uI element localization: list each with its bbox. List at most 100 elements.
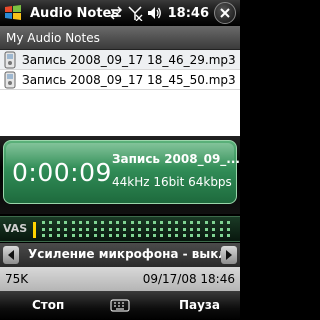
level-dot — [190, 221, 193, 224]
level-dot — [71, 221, 75, 224]
level-dot — [204, 234, 208, 237]
level-dot — [227, 221, 230, 224]
level-dot — [167, 227, 171, 231]
level-dot — [138, 227, 142, 231]
level-dot — [49, 227, 53, 231]
level-dot — [197, 221, 201, 224]
file-row[interactable]: Запись 2008_09_17 18_45_50.mp3 — [0, 70, 240, 90]
vas-toggle[interactable]: VAS — [3, 222, 27, 235]
level-dot — [145, 221, 149, 224]
level-dot — [197, 234, 201, 237]
level-dot — [182, 221, 186, 224]
level-dot — [153, 234, 156, 237]
level-dot — [64, 221, 68, 224]
level-dot — [145, 227, 149, 231]
level-dot — [108, 234, 112, 237]
level-dot — [212, 234, 216, 237]
level-dot — [153, 221, 156, 224]
level-dot — [219, 227, 223, 231]
file-date: 09/17/08 18:46 — [142, 272, 235, 286]
level-dot — [160, 234, 164, 237]
stop-softkey[interactable]: Стоп — [32, 298, 64, 312]
previous-option-button[interactable] — [3, 246, 19, 264]
keyboard-icon[interactable] — [110, 298, 130, 313]
level-dot — [42, 221, 45, 224]
level-dot — [160, 227, 164, 231]
audio-file-icon — [4, 71, 16, 89]
level-dot — [212, 221, 216, 224]
level-dot — [160, 221, 164, 224]
level-dot — [175, 227, 179, 231]
recording-format: 44kHz 16bit 64kbps — [112, 175, 232, 189]
mic-gain-value: Усиление микрофона - выкл — [28, 247, 228, 261]
level-dot — [79, 234, 82, 237]
ok-close-button[interactable] — [214, 2, 236, 24]
level-dot — [190, 234, 193, 237]
app-title: Audio Notes — [30, 5, 120, 21]
level-dot — [227, 234, 230, 237]
level-dot — [56, 227, 60, 231]
level-dot — [116, 227, 119, 231]
level-dot — [123, 221, 127, 224]
level-dot — [71, 227, 75, 231]
level-dot — [93, 221, 97, 224]
level-dot — [175, 221, 179, 224]
vas-level-row: VAS — [0, 216, 240, 242]
windows-start-icon[interactable] — [2, 2, 24, 24]
level-dot — [56, 221, 60, 224]
level-dot — [123, 234, 127, 237]
level-dot — [79, 227, 82, 231]
level-dot — [108, 227, 112, 231]
level-dot — [86, 221, 90, 224]
arrow-right-icon — [226, 250, 232, 260]
level-dot — [190, 227, 193, 231]
connectivity-icon[interactable] — [108, 5, 124, 21]
level-dot — [86, 234, 90, 237]
close-icon — [220, 8, 230, 18]
level-dot — [167, 234, 171, 237]
level-dot — [116, 221, 119, 224]
recording-name: Запись 2008_09_... — [112, 152, 240, 166]
volume-icon[interactable] — [146, 5, 162, 21]
level-dot — [86, 227, 90, 231]
level-dot — [175, 234, 179, 237]
title-bar: Audio Notes 18:46 — [0, 0, 240, 26]
file-size: 75K — [5, 272, 29, 286]
file-row[interactable]: Запись 2008_09_17 18_46_29.mp3 — [0, 50, 240, 70]
level-dot — [42, 234, 45, 237]
level-dot — [145, 234, 149, 237]
level-dot — [212, 227, 216, 231]
recording-display: 0:00:09 Запись 2008_09_... 44kHz 16bit 6… — [3, 140, 240, 204]
level-dot — [93, 227, 97, 231]
level-dot — [138, 234, 142, 237]
level-dot — [49, 221, 53, 224]
level-dot — [64, 234, 68, 237]
level-dot — [71, 234, 75, 237]
level-dot — [79, 221, 82, 224]
level-dot — [138, 221, 142, 224]
level-dot — [93, 234, 97, 237]
level-dot — [219, 221, 223, 224]
level-dot — [204, 227, 208, 231]
file-list[interactable]: Запись 2008_09_17 18_46_29.mp3 Запись 20… — [0, 50, 240, 136]
level-dot — [227, 227, 230, 231]
elapsed-time: 0:00:09 — [12, 158, 112, 187]
level-dot — [108, 221, 112, 224]
softkey-bar: Стоп Пауза — [0, 291, 240, 320]
next-option-button[interactable] — [221, 246, 237, 264]
level-dot — [130, 234, 134, 237]
vas-threshold-marker[interactable] — [33, 222, 36, 238]
level-dot — [116, 234, 119, 237]
mic-gain-selector: Усиление микрофона - выкл — [0, 243, 240, 267]
level-dot — [182, 227, 186, 231]
level-dot — [64, 227, 68, 231]
no-signal-icon[interactable] — [127, 5, 143, 21]
file-info-row: 75K 09/17/08 18:46 — [0, 267, 240, 291]
level-dot — [49, 234, 53, 237]
pause-softkey[interactable]: Пауза — [179, 298, 220, 312]
level-dot — [101, 221, 105, 224]
level-dot — [219, 234, 223, 237]
file-name: Запись 2008_09_17 18_46_29.mp3 — [22, 52, 236, 67]
level-dot — [153, 227, 156, 231]
clock[interactable]: 18:46 — [168, 6, 209, 21]
